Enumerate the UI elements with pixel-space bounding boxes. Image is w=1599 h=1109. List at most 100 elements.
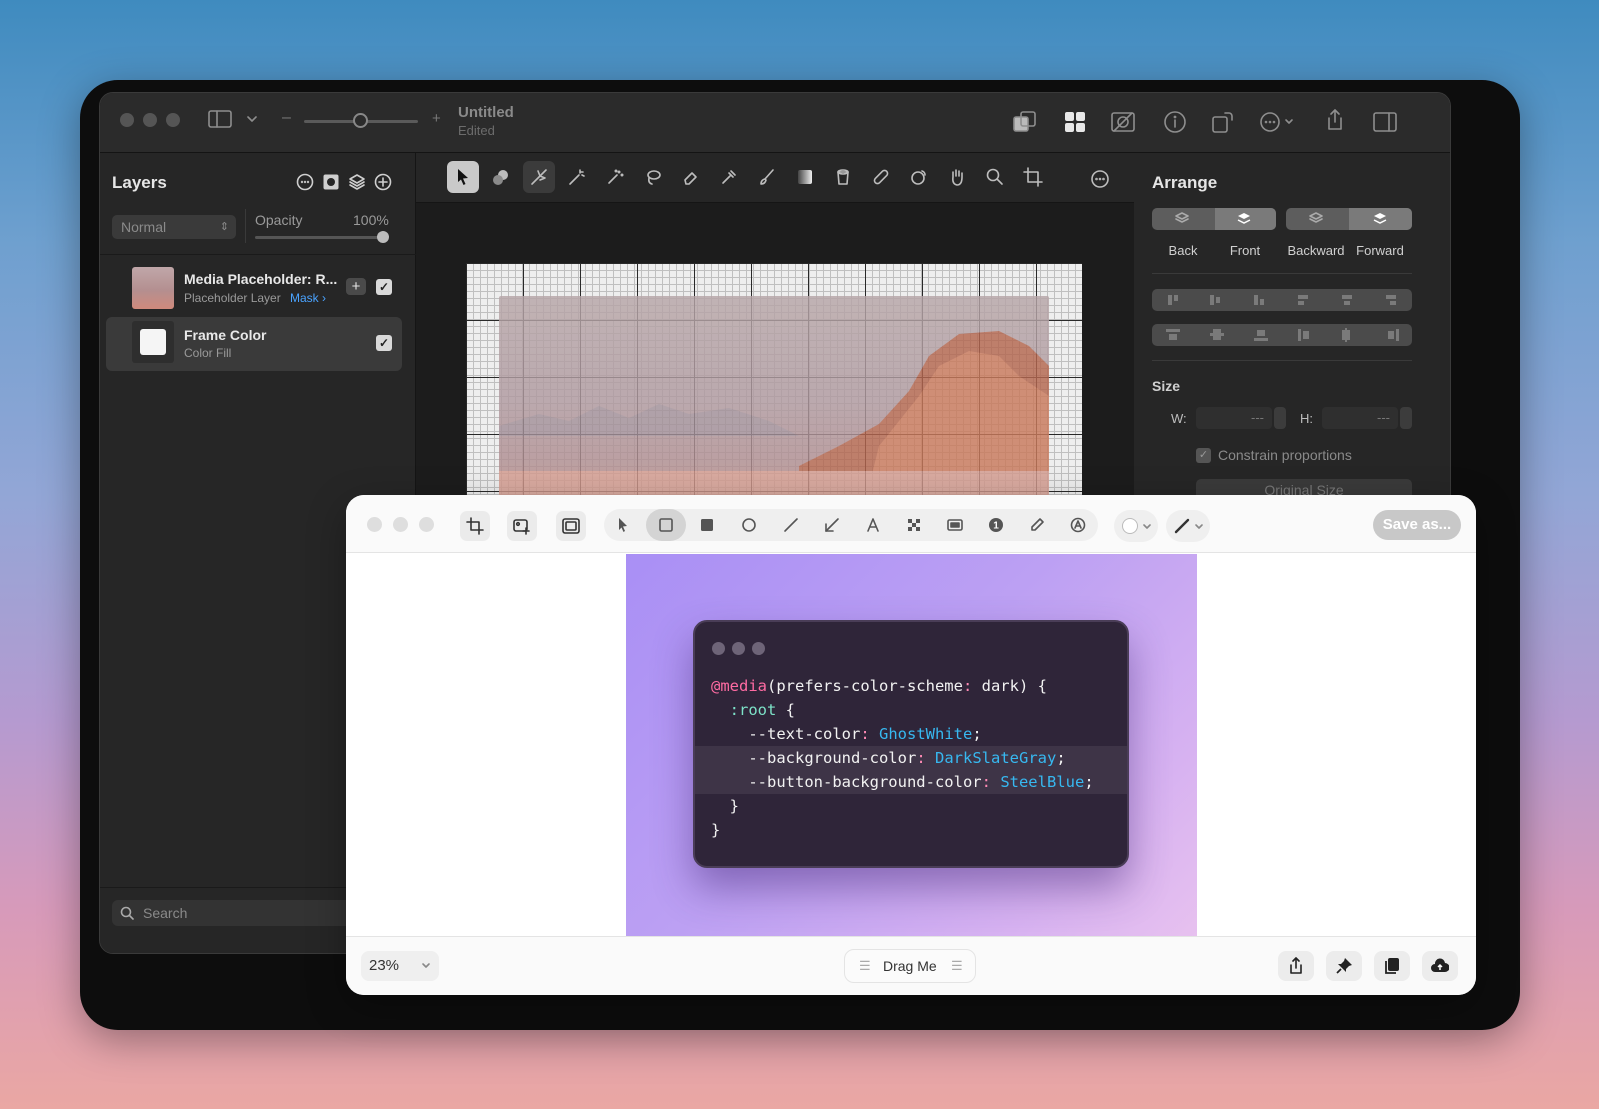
fill-tool[interactable]: [827, 161, 859, 193]
visibility-checkbox[interactable]: ✓: [376, 335, 392, 351]
add-image-button[interactable]: [507, 511, 537, 541]
line-tool[interactable]: [774, 509, 808, 541]
blend-mode-select[interactable]: Normal ⇕: [112, 215, 236, 239]
constrain-checkbox[interactable]: ✓: [1196, 448, 1211, 463]
opacity-slider[interactable]: [255, 236, 387, 239]
zoom-select[interactable]: 23%: [361, 951, 439, 981]
visibility-checkbox[interactable]: ✓: [376, 279, 392, 295]
title-bar: – + Untitled Edited: [100, 93, 1450, 153]
magnifier-icon: [986, 168, 1003, 185]
width-field[interactable]: ---: [1196, 407, 1272, 429]
drag-me-handle[interactable]: ☰ Drag Me ☰: [844, 949, 976, 983]
copy-button[interactable]: [1374, 951, 1410, 981]
more-tools-icon[interactable]: [1090, 169, 1110, 189]
code-token: }: [711, 821, 721, 839]
close-window-button[interactable]: [120, 113, 134, 127]
width-stepper[interactable]: [1274, 407, 1286, 429]
gradient-tool[interactable]: [789, 161, 821, 193]
bring-to-front-icon[interactable]: [1236, 211, 1252, 227]
save-as-button[interactable]: Save as...: [1373, 510, 1461, 540]
counter-tool[interactable]: 1: [979, 509, 1013, 541]
more-options-icon[interactable]: [1258, 109, 1298, 135]
height-field[interactable]: ---: [1322, 407, 1398, 429]
filled-rectangle-tool[interactable]: [690, 509, 724, 541]
eraser-tool[interactable]: [675, 161, 707, 193]
sidebar-toggle-icon[interactable]: [208, 109, 232, 129]
info-icon[interactable]: [1162, 109, 1188, 135]
send-to-back-icon[interactable]: [1174, 211, 1190, 227]
screenshot-toolbar: 1 Save as...: [346, 495, 1476, 553]
layer-type: Placeholder Layer: [184, 291, 281, 305]
close-window-button[interactable]: [367, 517, 382, 532]
send-backward-icon[interactable]: [1308, 211, 1324, 227]
opacity-slider-knob[interactable]: [377, 231, 389, 243]
align-row-2[interactable]: [1152, 324, 1412, 346]
minimize-window-button[interactable]: [393, 517, 408, 532]
divider: [245, 209, 246, 243]
share-button[interactable]: [1278, 951, 1314, 981]
add-to-mask-button[interactable]: +: [346, 278, 366, 295]
bring-forward-icon[interactable]: [1372, 211, 1388, 227]
chevron-down-icon: [1195, 524, 1203, 529]
zoom-tool[interactable]: [979, 161, 1011, 193]
layer-type: Color Fill: [184, 346, 232, 360]
height-stepper[interactable]: [1400, 407, 1412, 429]
mask-icon[interactable]: [1110, 109, 1136, 135]
code-token: dark) {: [972, 677, 1047, 695]
color-picker-tool[interactable]: [713, 161, 745, 193]
lasso-tool[interactable]: [637, 161, 669, 193]
upload-cloud-button[interactable]: [1422, 951, 1458, 981]
add-layer-icon[interactable]: [374, 173, 392, 191]
hand-tool[interactable]: [941, 161, 973, 193]
smart-erase-tool[interactable]: [1061, 509, 1095, 541]
align-row-1[interactable]: [1152, 289, 1412, 311]
text-tool[interactable]: [856, 509, 890, 541]
layer-row-media-placeholder[interactable]: Media Placeholder: R... Placeholder Laye…: [106, 265, 402, 319]
grip-icon: ☰: [859, 958, 871, 973]
select-tool[interactable]: [447, 161, 479, 193]
rectangle-outline-tool[interactable]: [646, 509, 686, 541]
ellipse-tool[interactable]: [732, 509, 766, 541]
brush-tool[interactable]: [751, 161, 783, 193]
pixelate-tool[interactable]: [897, 509, 931, 541]
zoom-slider-knob[interactable]: [353, 113, 368, 128]
zoom-window-button[interactable]: [166, 113, 180, 127]
arrange-icon[interactable]: [1012, 109, 1038, 135]
minimize-window-button[interactable]: [143, 113, 157, 127]
chevron-down-icon[interactable]: [246, 113, 258, 125]
zoom-window-button[interactable]: [419, 517, 434, 532]
color-picker[interactable]: [1114, 510, 1158, 542]
zoom-in-icon[interactable]: +: [432, 110, 441, 127]
clone-tool[interactable]: [903, 161, 935, 193]
mask-link[interactable]: Mask ›: [290, 291, 326, 305]
magic-tool[interactable]: [523, 161, 555, 193]
text-icon: [867, 518, 879, 532]
rotate-icon[interactable]: [1210, 109, 1236, 135]
more-icon[interactable]: [296, 173, 314, 191]
number-badge-icon: 1: [989, 518, 1003, 532]
pencil-tool[interactable]: [1020, 509, 1054, 541]
mask-layer-icon[interactable]: [322, 173, 340, 191]
zoom-out-icon[interactable]: –: [282, 109, 291, 127]
lasso-select-tool[interactable]: [561, 161, 593, 193]
grid-view-icon[interactable]: [1062, 109, 1088, 135]
pin-button[interactable]: [1326, 951, 1362, 981]
stroke-style-picker[interactable]: [1166, 510, 1210, 542]
svg-text:1: 1: [993, 521, 999, 532]
shapes-tool[interactable]: [485, 161, 517, 193]
pointer-tool[interactable]: [606, 509, 640, 541]
heal-tool[interactable]: [865, 161, 897, 193]
layer-row-frame-color[interactable]: Frame Color Color Fill ✓: [106, 317, 402, 371]
background-button[interactable]: [556, 511, 586, 541]
arrow-tool[interactable]: [815, 509, 849, 541]
inspector-toggle-icon[interactable]: [1372, 109, 1398, 135]
layers-stack-icon[interactable]: [348, 173, 366, 191]
sparkle-icon: [531, 169, 547, 185]
screenshot-canvas[interactable]: @media(prefers-color-scheme: dark) { :ro…: [626, 554, 1197, 936]
crop-tool[interactable]: [1017, 161, 1049, 193]
share-icon[interactable]: [1322, 107, 1348, 133]
magic-wand-icon: [569, 169, 585, 185]
crop-button[interactable]: [460, 511, 490, 541]
highlight-tool[interactable]: [938, 509, 972, 541]
smart-select-tool[interactable]: [599, 161, 631, 193]
